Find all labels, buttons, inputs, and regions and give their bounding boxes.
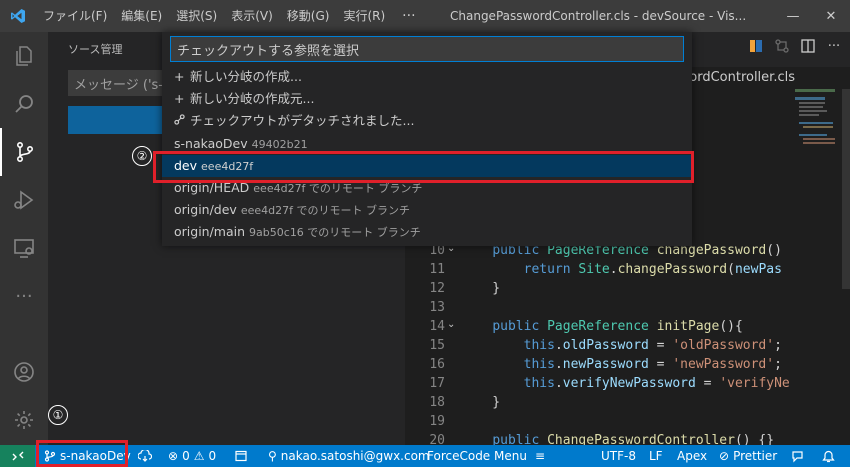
user-name: nakao.satoshi@gwx.com: [280, 449, 430, 463]
ref-description: eee4d27f でのリモート ブランチ: [253, 182, 423, 195]
more-icon[interactable]: ···: [0, 272, 48, 320]
code-line[interactable]: public PageReference initPage(){: [461, 317, 791, 336]
plug-icon: ⚲: [268, 449, 277, 463]
prettier-label: Prettier: [733, 449, 778, 463]
source-control-icon[interactable]: [0, 128, 48, 176]
ref-description: eee4d27f でのリモート ブランチ: [240, 204, 410, 217]
ref-item-origin-dev[interactable]: origin/dev eee4d27f でのリモート ブランチ: [162, 199, 692, 221]
menu-more-icon[interactable]: ···: [392, 8, 425, 24]
checkout-quick-pick: チェックアウトする参照を選択 + 新しい分岐の作成... + 新しい分岐の作成元..…: [162, 32, 692, 246]
window-title: ChangePasswordController.cls - devSource…: [450, 9, 747, 23]
gear-icon[interactable]: [0, 396, 48, 444]
vertical-scrollbar[interactable]: [842, 89, 850, 289]
line-number: 15: [429, 338, 445, 353]
menu-go[interactable]: 移動(G): [280, 0, 337, 32]
menu-view[interactable]: 表示(V): [224, 0, 280, 32]
line-number: 13: [429, 300, 445, 315]
detach-icon: [174, 110, 190, 132]
title-bar: ファイル(F) 編集(E) 選択(S) 表示(V) 移動(G) 実行(R) ··…: [0, 0, 850, 32]
dev-highlight-box: [153, 151, 694, 183]
ref-description: 49402b21: [251, 138, 308, 151]
item-label: 新しい分岐の作成...: [190, 69, 302, 84]
vscode-logo-icon: [0, 0, 36, 32]
ref-description: 9ab50c16 でのリモート ブランチ: [249, 226, 421, 239]
forcecode-icon[interactable]: [748, 38, 764, 54]
menu-edit[interactable]: 編集(E): [114, 0, 169, 32]
terminal-icon[interactable]: [235, 445, 247, 467]
error-icon: ⊗: [168, 449, 179, 463]
remote-explorer-icon[interactable]: [0, 224, 48, 272]
minimize-icon[interactable]: —: [774, 0, 812, 32]
eol-status[interactable]: LF: [649, 445, 663, 467]
salesforce-user-status[interactable]: ⚲ nakao.satoshi@gwx.com: [268, 445, 430, 467]
close-icon[interactable]: ✕: [812, 0, 850, 32]
language-status[interactable]: Apex: [677, 445, 707, 467]
code-line[interactable]: this.newPassword = 'newPassword';: [461, 355, 791, 374]
code-line[interactable]: [461, 298, 791, 317]
line-number: 12: [429, 281, 445, 296]
menu-bar: ファイル(F) 編集(E) 選択(S) 表示(V) 移動(G) 実行(R) ··…: [36, 0, 426, 32]
error-count: 0: [182, 449, 190, 463]
checkout-detached-item[interactable]: チェックアウトがデタッチされました...: [162, 110, 692, 132]
check-icon: ⊘: [719, 449, 730, 463]
minimap[interactable]: [795, 89, 840, 445]
line-number: 16: [429, 357, 445, 372]
account-icon[interactable]: [0, 348, 48, 396]
sync-icon[interactable]: [138, 445, 152, 467]
item-label: 新しい分岐の作成元...: [190, 91, 315, 106]
forcecode-menu[interactable]: ForceCode Menu: [427, 445, 527, 467]
create-branch-from-item[interactable]: + 新しい分岐の作成元...: [162, 88, 692, 110]
more-actions-icon[interactable]: ···: [826, 38, 842, 54]
editor-actions: ···: [748, 38, 842, 54]
fold-chevron-icon[interactable]: ⌄: [447, 319, 457, 330]
code-line[interactable]: [461, 412, 791, 431]
run-debug-icon[interactable]: [0, 176, 48, 224]
split-editor-icon[interactable]: [800, 38, 816, 54]
create-branch-item[interactable]: + 新しい分岐の作成...: [162, 66, 692, 88]
line-number: 11: [429, 262, 445, 277]
annotation-two: ②: [132, 146, 152, 166]
line-number: 17: [429, 376, 445, 391]
window-controls: — ✕: [774, 0, 850, 32]
menu-run[interactable]: 実行(R): [336, 0, 392, 32]
warning-icon: ⚠: [193, 449, 205, 463]
plus-icon: +: [174, 69, 185, 84]
code-line[interactable]: this.verifyNewPassword = 'verifyNe: [461, 374, 791, 393]
compare-changes-icon[interactable]: [774, 38, 790, 54]
menu-selection[interactable]: 選択(S): [169, 0, 224, 32]
remote-indicator-icon[interactable]: [0, 445, 35, 467]
encoding-status[interactable]: UTF-8: [601, 445, 636, 467]
sidebar-title: ソース管理: [68, 43, 123, 56]
menu-file[interactable]: ファイル(F): [36, 0, 114, 32]
warning-count: 0: [208, 449, 217, 463]
code-line[interactable]: }: [461, 393, 791, 412]
search-icon[interactable]: [0, 80, 48, 128]
problems-status[interactable]: ⊗ 0 ⚠ 0: [168, 445, 216, 467]
ref-search-input[interactable]: チェックアウトする参照を選択: [170, 36, 684, 62]
feedback-icon[interactable]: [791, 445, 804, 467]
activity-bar: ···: [0, 32, 48, 445]
ref-item-origin-main[interactable]: origin/main 9ab50c16 でのリモート ブランチ: [162, 221, 692, 243]
branch-highlight-box: [36, 440, 128, 467]
ref-label: origin/main: [174, 224, 246, 239]
code-line[interactable]: return Site.changePassword(newPas: [461, 260, 791, 279]
item-label: チェックアウトがデタッチされました...: [190, 113, 415, 128]
annotation-one: ①: [48, 405, 68, 425]
code-line[interactable]: this.oldPassword = 'oldPassword';: [461, 336, 791, 355]
code-line[interactable]: }: [461, 279, 791, 298]
line-number: 19: [429, 414, 445, 429]
menu-lines-icon[interactable]: ≡: [535, 445, 545, 467]
prettier-status[interactable]: ⊘ Prettier: [719, 445, 777, 467]
line-number: 18: [429, 395, 445, 410]
plus-icon: +: [174, 91, 185, 106]
explorer-icon[interactable]: [0, 32, 48, 80]
ref-label: s-nakaoDev: [174, 136, 248, 151]
ref-label: origin/dev: [174, 202, 237, 217]
notifications-icon[interactable]: [822, 445, 835, 467]
